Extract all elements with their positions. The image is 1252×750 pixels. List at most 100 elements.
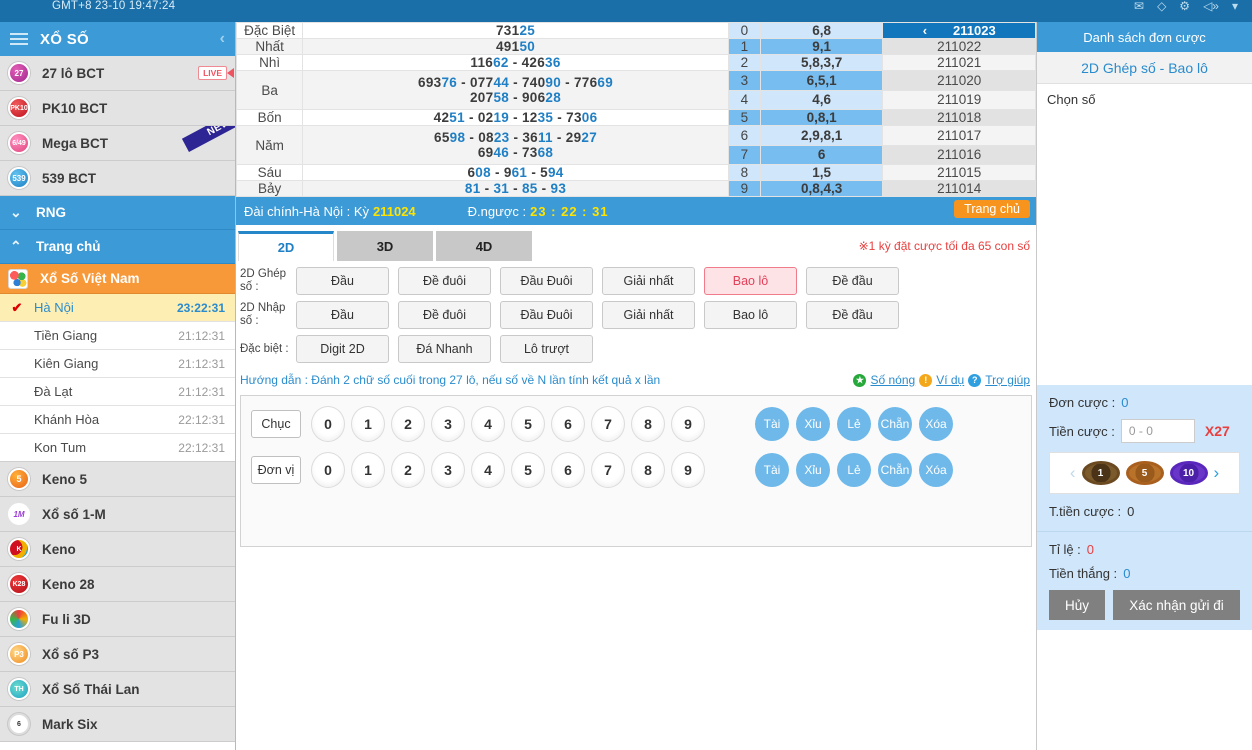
bet-button-dauduoi[interactable]: Đầu Đuôi (500, 267, 593, 295)
sidebar-city-kiengiang[interactable]: Kiên Giang 21:12:31 (0, 350, 235, 378)
sidebar-city-khanhhoa[interactable]: Khánh Hòa 22:12:31 (0, 406, 235, 434)
speaker-icon[interactable]: ◁» (1203, 0, 1219, 13)
bet-button-giainhat-2[interactable]: Giải nhất (602, 301, 695, 329)
bet-button-baolo-2[interactable]: Bao lô (704, 301, 797, 329)
op-xiu-units[interactable]: Xỉu (796, 453, 830, 487)
bet-button-danhanh[interactable]: Đá Nhanh (398, 335, 491, 363)
help-link[interactable]: Trợ giúp (985, 373, 1030, 387)
sidebar-city-dalat[interactable]: Đà Lạt 21:12:31 (0, 378, 235, 406)
bet-button-dedau[interactable]: Đề đầu (806, 267, 899, 295)
period-item[interactable]: 211016 (882, 144, 1036, 165)
cancel-button[interactable]: Hủy (1049, 590, 1105, 620)
period-item[interactable]: 211014 (882, 180, 1036, 197)
chevron-left-icon[interactable]: ‹ (923, 23, 927, 38)
sidebar-item-27lo[interactable]: 27 27 lô BCT LIVE (0, 56, 235, 91)
period-item[interactable]: 211018 (882, 109, 1036, 126)
period-item[interactable]: 211022 (882, 38, 1036, 55)
chip-5[interactable]: 5 (1125, 461, 1164, 485)
confirm-button[interactable]: Xác nhận gửi đi (1113, 590, 1240, 620)
numpad-tens-3[interactable]: 3 (431, 406, 465, 442)
sidebar-header[interactable]: XỔ SỐ ‹ (0, 22, 235, 56)
numpad-tens-9[interactable]: 9 (671, 406, 705, 442)
bet-button-dedau-2[interactable]: Đề đầu (806, 301, 899, 329)
home-button[interactable]: Trang chủ (954, 200, 1030, 218)
sidebar-city-kontum[interactable]: Kon Tum 22:12:31 (0, 434, 235, 462)
sidebar-city-hanoi[interactable]: ✔ Hà Nội 23:22:31 (0, 294, 235, 322)
bet-button-dau[interactable]: Đầu (296, 267, 389, 295)
numpad-tens-4[interactable]: 4 (471, 406, 505, 442)
op-chan-tens[interactable]: Chẵn (878, 407, 912, 441)
tab-3d[interactable]: 3D (337, 231, 433, 261)
sidebar-item-thailan[interactable]: TH Xổ Số Thái Lan (0, 672, 235, 707)
numpad-units-0[interactable]: 0 (311, 452, 345, 488)
period-current[interactable]: ‹ 211023 (882, 22, 1036, 39)
tab-4d[interactable]: 4D (436, 231, 532, 261)
sidebar-section-rng[interactable]: ⌄ RNG (0, 196, 235, 230)
example-link[interactable]: Ví dụ (936, 373, 964, 387)
op-le-units[interactable]: Lẻ (837, 453, 871, 487)
numpad-units-7[interactable]: 7 (591, 452, 625, 488)
sidebar-item-xoso1m[interactable]: 1M Xổ số 1-M (0, 497, 235, 532)
bet-button-deduoi[interactable]: Đề đuôi (398, 267, 491, 295)
bet-button-dau-2[interactable]: Đầu (296, 301, 389, 329)
numpad-tens-8[interactable]: 8 (631, 406, 665, 442)
chevron-left-icon[interactable]: ‹ (1070, 463, 1076, 483)
mail-icon[interactable]: ✉ (1134, 0, 1144, 13)
period-item[interactable]: 211021 (882, 54, 1036, 71)
bet-button-giainhat[interactable]: Giải nhất (602, 267, 695, 295)
chip-1[interactable]: 1 (1081, 461, 1120, 485)
numpad-units-1[interactable]: 1 (351, 452, 385, 488)
hot-numbers-link[interactable]: Số nóng (870, 373, 915, 387)
wifi-icon[interactable]: ▾ (1232, 0, 1238, 13)
op-le-tens[interactable]: Lẻ (837, 407, 871, 441)
op-chan-units[interactable]: Chẵn (878, 453, 912, 487)
sidebar-item-fuli3d[interactable]: Fu li 3D (0, 602, 235, 637)
period-item[interactable]: 211015 (882, 164, 1036, 181)
period-item[interactable]: 211019 (882, 89, 1036, 110)
sidebar-subheader-vietnam[interactable]: Xổ Số Việt Nam (0, 264, 235, 294)
period-item[interactable]: 211017 (882, 125, 1036, 146)
menu-icon[interactable] (10, 33, 28, 45)
op-tai-units[interactable]: Tài (755, 453, 789, 487)
sidebar-item-keno5[interactable]: 5 Keno 5 (0, 462, 235, 497)
sidebar-item-mega[interactable]: 6/49 Mega BCT NEW (0, 126, 235, 161)
numpad-tens-0[interactable]: 0 (311, 406, 345, 442)
sidebar-item-pk10[interactable]: PK10 PK10 BCT (0, 91, 235, 126)
numpad-units-5[interactable]: 5 (511, 452, 545, 488)
bet-button-digit2d[interactable]: Digit 2D (296, 335, 389, 363)
sidebar-section-home[interactable]: ⌃ Trang chủ (0, 230, 235, 264)
op-xiu-tens[interactable]: Xỉu (796, 407, 830, 441)
numpad-tens-5[interactable]: 5 (511, 406, 545, 442)
numpad-units-4[interactable]: 4 (471, 452, 505, 488)
bet-button-baolo[interactable]: Bao lô (704, 267, 797, 295)
numpad-units-8[interactable]: 8 (631, 452, 665, 488)
numpad-units-2[interactable]: 2 (391, 452, 425, 488)
chip-10[interactable]: 10 (1169, 461, 1208, 485)
period-item[interactable]: 211020 (882, 70, 1036, 91)
ticket-icon[interactable]: ◇ (1157, 0, 1166, 13)
chevron-right-icon[interactable]: › (1214, 463, 1220, 483)
bet-money-input[interactable]: 0 - 0 (1120, 419, 1195, 443)
numpad-units-9[interactable]: 9 (671, 452, 705, 488)
numpad-units-3[interactable]: 3 (431, 452, 465, 488)
op-xoa-tens[interactable]: Xóa (919, 407, 953, 441)
op-xoa-units[interactable]: Xóa (919, 453, 953, 487)
bet-button-lotruot[interactable]: Lô trượt (500, 335, 593, 363)
numpad-tens-7[interactable]: 7 (591, 406, 625, 442)
numpad-tens-1[interactable]: 1 (351, 406, 385, 442)
gear-icon[interactable]: ⚙ (1179, 0, 1190, 13)
numpad-units-6[interactable]: 6 (551, 452, 585, 488)
sidebar-item-keno28[interactable]: K28 Keno 28 (0, 567, 235, 602)
op-tai-tens[interactable]: Tài (755, 407, 789, 441)
bet-button-dauduoi-2[interactable]: Đầu Đuôi (500, 301, 593, 329)
numpad-tens-2[interactable]: 2 (391, 406, 425, 442)
sidebar-item-marksix[interactable]: 6 Mark Six (0, 707, 235, 742)
chevron-left-icon[interactable]: ‹ (220, 30, 225, 48)
sidebar-item-keno[interactable]: K Keno (0, 532, 235, 567)
sidebar-city-tiengiang[interactable]: Tiền Giang 21:12:31 (0, 322, 235, 350)
tab-2d[interactable]: 2D (238, 231, 334, 261)
sidebar-item-xosop3[interactable]: P3 Xổ số P3 (0, 637, 235, 672)
bet-button-deduoi-2[interactable]: Đề đuôi (398, 301, 491, 329)
sidebar-item-539[interactable]: 539 539 BCT (0, 161, 235, 196)
numpad-tens-6[interactable]: 6 (551, 406, 585, 442)
